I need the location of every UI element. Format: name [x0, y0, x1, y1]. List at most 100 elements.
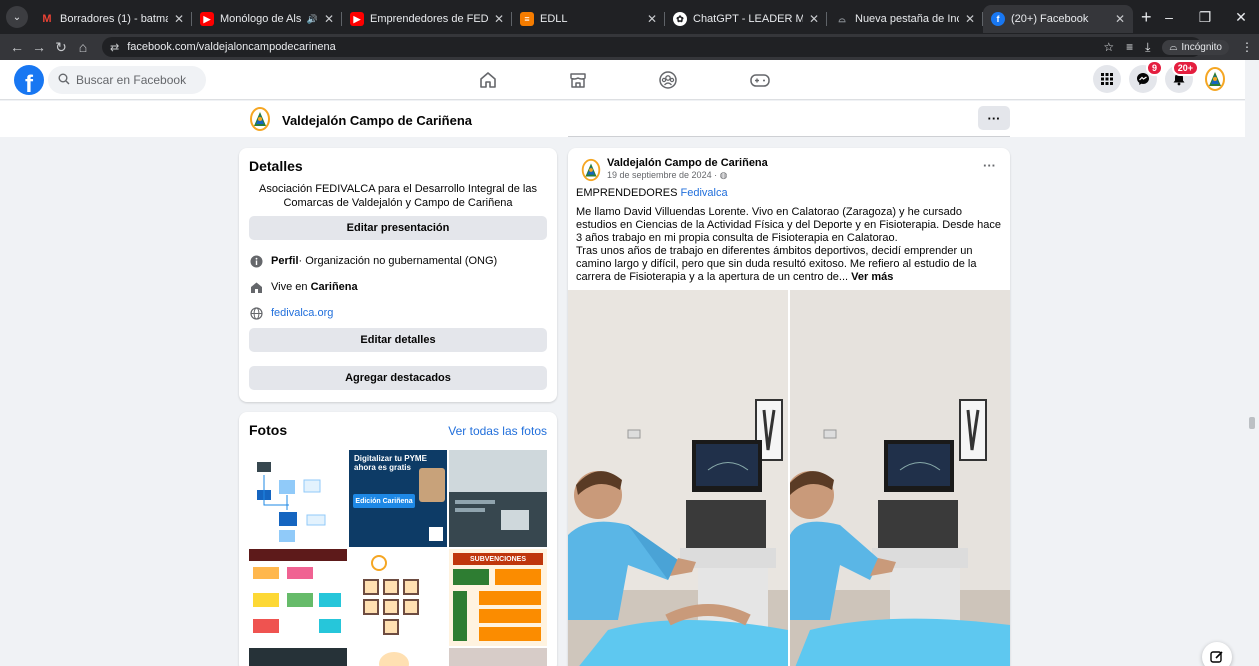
site-info-icon[interactable]: ⇄: [110, 41, 119, 54]
house-icon: [249, 280, 263, 294]
qr-grid: [363, 579, 419, 635]
post-author-avatar[interactable]: [579, 158, 603, 185]
website-link[interactable]: fedivalca.org: [271, 307, 333, 319]
chatgpt-icon: ✿: [673, 12, 687, 26]
tab-edll[interactable]: ≡ EDLL ✕: [512, 5, 665, 33]
close-icon[interactable]: ✕: [647, 12, 657, 26]
incognito-icon: ⌓: [1169, 41, 1178, 53]
new-message-button[interactable]: [1202, 642, 1232, 666]
see-more-link[interactable]: Ver más: [851, 271, 893, 283]
minimize-icon[interactable]: –: [1151, 9, 1187, 25]
url-field[interactable]: ⇄ facebook.com/valdejaloncampodecarinena: [102, 37, 1202, 57]
tab-chatgpt[interactable]: ✿ ChatGPT - LEADER MIND ✕: [665, 5, 827, 33]
photo-thumbnail[interactable]: [449, 450, 547, 547]
post-options-icon[interactable]: ···: [983, 158, 996, 173]
block: [253, 593, 279, 607]
hashtag-link[interactable]: Fedivalca: [681, 187, 728, 199]
forward-icon[interactable]: →: [28, 39, 50, 55]
profile-avatar[interactable]: [1201, 65, 1229, 93]
photo-thumbnail[interactable]: SUBVENCIONES: [449, 549, 547, 646]
nav-groups-icon[interactable]: [638, 60, 698, 100]
fedivalca-logo-icon: [581, 158, 601, 182]
page-avatar[interactable]: [247, 106, 273, 135]
tab-search-icon[interactable]: ⌄: [6, 6, 28, 28]
tab-incognito[interactable]: ⌓ Nueva pestaña de Incógnito ✕: [827, 5, 983, 33]
close-icon[interactable]: ✕: [809, 12, 819, 26]
search-placeholder: Buscar en Facebook: [76, 73, 187, 87]
close-icon[interactable]: ✕: [1115, 12, 1125, 26]
tab-title: Emprendedores de FEDIVALCA: [370, 13, 488, 25]
page-more-button[interactable]: ···: [978, 106, 1010, 130]
home-icon[interactable]: ⌂: [72, 39, 94, 55]
tab-title: EDLL: [540, 13, 568, 25]
photo-thumbnail[interactable]: [349, 648, 447, 666]
photo-thumbnail[interactable]: Digitalizar tu PYME ahora es gratis Edic…: [349, 450, 447, 547]
incognito-indicator[interactable]: ⌓ Incógnito: [1162, 39, 1229, 55]
lives-city[interactable]: Cariñena: [311, 281, 358, 293]
photo-thumbnail[interactable]: [249, 648, 347, 666]
block: [287, 593, 313, 607]
website-row: fedivalca.org: [249, 300, 547, 326]
close-icon[interactable]: ✕: [965, 12, 975, 26]
globe-icon: ◍: [719, 170, 728, 180]
browser-menu-icon[interactable]: ⋮: [1241, 40, 1253, 54]
nav-marketplace-icon[interactable]: [548, 60, 608, 100]
tab-youtube-alsina[interactable]: ▶ Monólogo de Alsina: "Trum 🔊 ✕: [192, 5, 342, 33]
tab-gmail[interactable]: M Borradores (1) - batmanortero@ ✕: [32, 5, 192, 33]
close-icon[interactable]: ✕: [494, 12, 504, 26]
facebook-logo-icon[interactable]: f: [14, 65, 44, 95]
scrollbar-thumb[interactable]: [1249, 417, 1255, 429]
messenger-icon[interactable]: 9: [1129, 60, 1163, 93]
physiotherapy-photo: [568, 290, 788, 666]
photo-thumbnail[interactable]: [249, 549, 347, 646]
menu-grid-icon[interactable]: [1093, 65, 1121, 93]
nav-home-icon[interactable]: [458, 60, 518, 100]
tab-title: Borradores (1) - batmanortero@: [60, 13, 168, 25]
incognito-icon: ⌓: [838, 13, 846, 24]
qr-code-icon: [429, 527, 443, 541]
close-window-icon[interactable]: ✕: [1223, 9, 1259, 26]
reload-icon[interactable]: ↻: [50, 39, 72, 56]
text-line: [455, 508, 485, 512]
post-photo[interactable]: [568, 290, 788, 666]
edit-intro-button[interactable]: Editar presentación: [249, 216, 547, 240]
details-card: Detalles Asociación FEDIVALCA para el De…: [239, 148, 557, 402]
photo-thumbnail[interactable]: [249, 450, 347, 547]
post-author-name[interactable]: Valdejalón Campo de Cariñena: [607, 157, 768, 169]
restore-icon[interactable]: ❐: [1187, 9, 1223, 26]
notifications-icon[interactable]: 20+: [1165, 60, 1199, 93]
tab-title: Monólogo de Alsina: "Trum: [220, 13, 301, 25]
download-icon[interactable]: ⤓: [1145, 40, 1150, 55]
page-scrollbar[interactable]: [1245, 60, 1259, 666]
post-title: EMPRENDEDORES Fedivalca: [576, 187, 728, 199]
fedivalca-logo-icon: [1205, 67, 1225, 91]
new-tab-icon[interactable]: +: [1141, 7, 1152, 28]
post-date[interactable]: 19 de septiembre de 2024 · ◍: [607, 170, 727, 181]
add-featured-button[interactable]: Agregar destacados: [249, 366, 547, 390]
tab-title: Nueva pestaña de Incógnito: [855, 13, 959, 25]
post-card: Valdejalón Campo de Cariñena 19 de septi…: [568, 148, 1010, 666]
photo-thumbnail[interactable]: [349, 549, 447, 646]
post-photo[interactable]: [790, 290, 1010, 666]
profile-value: · Organización no gubernamental (ONG): [298, 255, 498, 267]
photo-thumbnail[interactable]: [449, 648, 547, 666]
back-icon[interactable]: ←: [6, 39, 28, 55]
see-all-photos-link[interactable]: Ver todas las fotos: [448, 424, 547, 438]
close-icon[interactable]: ✕: [174, 12, 184, 26]
page-bio: Asociación FEDIVALCA para el Desarrollo …: [259, 183, 537, 209]
tab-strip: M Borradores (1) - batmanortero@ ✕ ▶ Mon…: [32, 0, 1152, 34]
profile-type-row: Perfil · Organización no gubernamental (…: [249, 248, 547, 274]
fedivalca-logo-icon: [250, 107, 270, 131]
tab-facebook[interactable]: f (20+) Facebook ✕: [983, 5, 1133, 33]
block: [479, 627, 541, 641]
divider: [568, 136, 1010, 137]
tab-youtube-fedivalca[interactable]: ▶ Emprendedores de FEDIVALCA ✕: [342, 5, 512, 33]
close-icon[interactable]: ✕: [324, 12, 334, 26]
audio-icon[interactable]: 🔊: [307, 14, 318, 25]
page-name[interactable]: Valdejalón Campo de Cariñena: [282, 113, 472, 128]
facebook-search-input[interactable]: Buscar en Facebook: [48, 66, 206, 94]
reading-list-icon[interactable]: ≡: [1126, 40, 1133, 54]
edit-details-button[interactable]: Editar detalles: [249, 328, 547, 352]
nav-gaming-icon[interactable]: [730, 60, 790, 100]
bookmark-star-icon[interactable]: ☆: [1103, 40, 1114, 54]
